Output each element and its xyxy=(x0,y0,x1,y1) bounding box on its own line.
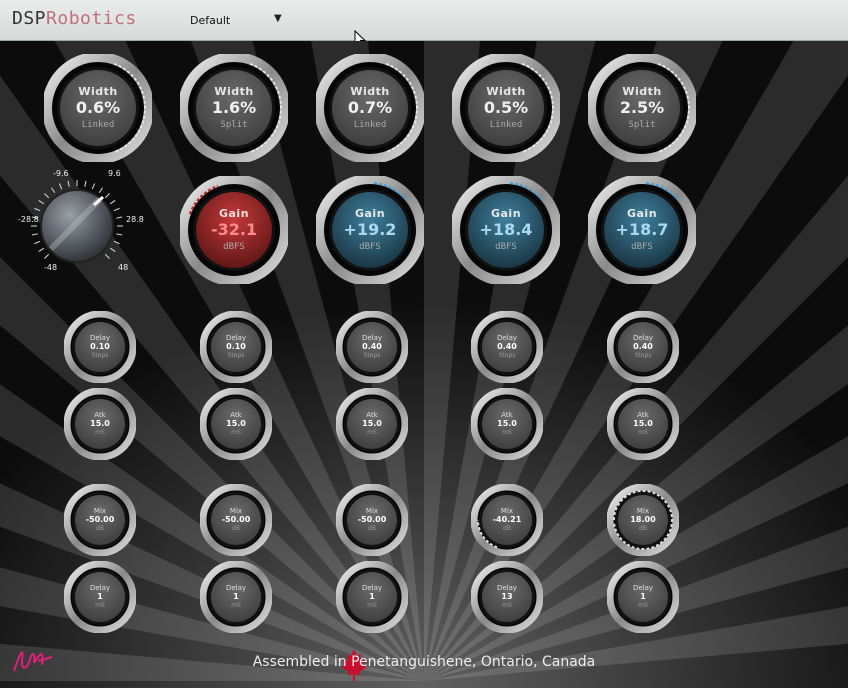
brand-suffix: Robotics xyxy=(46,8,137,29)
dial-tick xyxy=(109,200,116,205)
gain-knob-3[interactable]: Gain +18.4 dBFS xyxy=(452,176,560,284)
dial-tick xyxy=(31,233,38,236)
dial-tick xyxy=(104,253,110,259)
width-knob-1[interactable]: Width 0.6% Linked xyxy=(44,54,152,162)
attack-knob-3[interactable]: Atk 15.0 mS xyxy=(336,388,408,460)
attack-knob-5[interactable]: Atk 15.0 mS xyxy=(607,388,679,460)
width-knob-4[interactable]: Width 0.5% Linked xyxy=(452,54,560,162)
brand-logo: DSPRobotics xyxy=(12,8,137,29)
preset-selector[interactable]: Default xyxy=(190,14,230,27)
dial-tick xyxy=(34,207,41,212)
gain-knob-2[interactable]: Gain +19.2 dBFS xyxy=(316,176,424,284)
mix-knob-4[interactable]: Mix -40.21 dB xyxy=(471,484,543,556)
dial-tick-label: 9.6 xyxy=(108,169,121,178)
delay-ms-knob-5[interactable]: Delay 1 mS xyxy=(607,561,679,633)
gain-knob-1[interactable]: Gain -32.1 dBFS xyxy=(180,176,288,284)
dial-tick xyxy=(38,247,45,252)
attack-knob-1[interactable]: Atk 15.0 mS xyxy=(64,388,136,460)
mix-knob-1[interactable]: Mix -50.00 dB xyxy=(64,484,136,556)
mix-knob-2[interactable]: Mix -50.00 dB xyxy=(200,484,272,556)
dial-tick xyxy=(38,200,45,205)
dial-tick xyxy=(44,253,50,259)
delay-ms-knob-4[interactable]: Delay 13 mS xyxy=(471,561,543,633)
dial-tick xyxy=(91,183,96,190)
dial-tick xyxy=(44,193,50,199)
gain-knob-4[interactable]: Gain +18.7 dBFS xyxy=(588,176,696,284)
delay-ms-knob-1[interactable]: Delay 1 mS xyxy=(64,561,136,633)
brand-prefix: DSP xyxy=(12,8,47,29)
delay-ms-knob-3[interactable]: Delay 1 mS xyxy=(336,561,408,633)
dial-tick xyxy=(113,207,120,212)
footer-credit: Assembled in Penetanguishene, Ontario, C… xyxy=(252,654,596,670)
delay-steps-knob-5[interactable]: Delay 0.40 Steps xyxy=(607,311,679,383)
delay-ms-knob-2[interactable]: Delay 1 mS xyxy=(200,561,272,633)
dial-tick-label: -48 xyxy=(44,263,58,272)
dial-tick xyxy=(58,183,63,190)
dial-tick xyxy=(98,187,103,194)
dial-tick-label: -9.6 xyxy=(53,169,69,178)
dropdown-arrow-icon[interactable]: ▼ xyxy=(274,13,282,24)
width-knob-3[interactable]: Width 0.7% Linked xyxy=(316,54,424,162)
dial-tick xyxy=(113,240,120,245)
dial-tick-label: -28.8 xyxy=(18,215,39,224)
dial-tick-label: 48 xyxy=(118,263,129,272)
delay-steps-knob-1[interactable]: Delay 0.10 Steps xyxy=(64,311,136,383)
width-knob-5[interactable]: Width 2.5% Split xyxy=(588,54,696,162)
delay-steps-knob-3[interactable]: Delay 0.40 Steps xyxy=(336,311,408,383)
dial-tick xyxy=(51,187,56,194)
dial-tick xyxy=(34,240,41,245)
plugin-window: DSPRobotics Default ▼ -9.6 9.6 -28.8 28.… xyxy=(0,0,848,688)
dial-tick xyxy=(109,247,116,252)
mix-knob-3[interactable]: Mix -50.00 dB xyxy=(336,484,408,556)
dial-tick xyxy=(116,233,123,236)
dial-tick xyxy=(67,180,70,187)
control-panel: -9.6 9.6 -28.8 28.8 -48 48 Width 0.6% Li… xyxy=(0,41,848,688)
attack-knob-4[interactable]: Atk 15.0 mS xyxy=(471,388,543,460)
dial-tick xyxy=(116,216,123,219)
width-knob-2[interactable]: Width 1.6% Split xyxy=(180,54,288,162)
mix-knob-5[interactable]: Mix 18.00 dB xyxy=(607,484,679,556)
master-gain-dial[interactable]: -9.6 9.6 -28.8 28.8 -48 48 xyxy=(16,169,144,279)
delay-steps-knob-4[interactable]: Delay 0.40 Steps xyxy=(471,311,543,383)
dial-tick xyxy=(84,180,87,187)
delay-steps-knob-2[interactable]: Delay 0.10 Steps xyxy=(200,311,272,383)
attack-knob-2[interactable]: Atk 15.0 mS xyxy=(200,388,272,460)
title-bar: DSPRobotics Default ▼ xyxy=(0,0,848,49)
dial-tick xyxy=(104,193,110,199)
dial-tick-label: 28.8 xyxy=(126,215,144,224)
